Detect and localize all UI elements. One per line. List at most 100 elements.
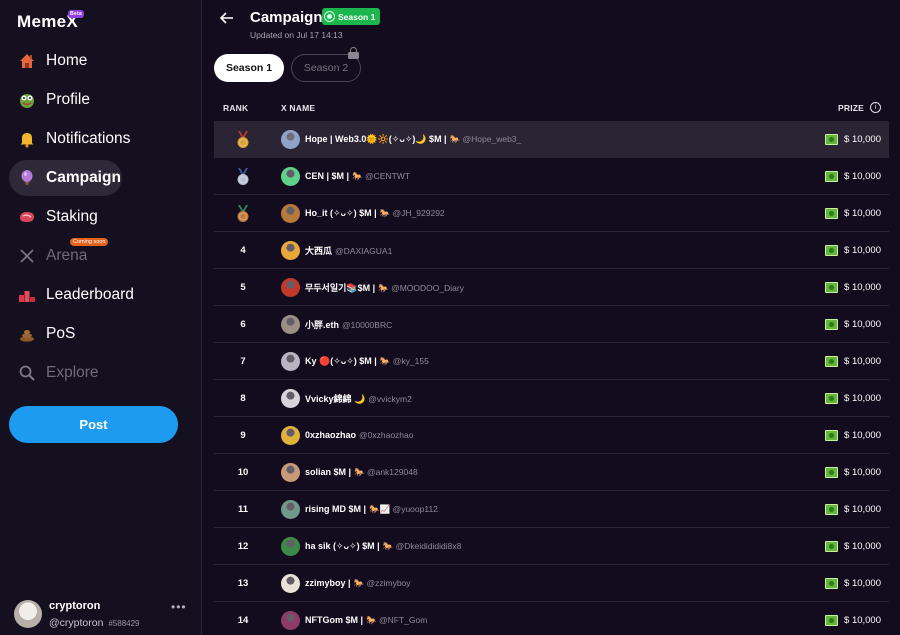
avatar[interactable] bbox=[281, 536, 300, 556]
x-handle[interactable]: 🐎 @MOODOO_Diary bbox=[378, 283, 464, 293]
sidebar-item-notifications[interactable]: Notifications bbox=[9, 121, 189, 157]
season-badge-label: Season 1 bbox=[338, 11, 376, 22]
avatar[interactable] bbox=[281, 499, 300, 519]
x-display-name[interactable]: 大西瓜 bbox=[305, 246, 332, 256]
updated-timestamp: Updated on Jul 17 14:13 bbox=[250, 30, 343, 40]
table-row[interactable]: 6 小胖.eth @10000BRC $ 10,000 bbox=[214, 306, 889, 343]
rank-value: 4 bbox=[240, 244, 246, 256]
x-handle[interactable]: 🐎 @ank129048 bbox=[354, 467, 418, 477]
tab-season-1[interactable]: Season 1 bbox=[214, 54, 284, 82]
x-display-name[interactable]: zzimyboy | bbox=[305, 578, 351, 588]
table-row[interactable]: CEN | $M | 🐎 @CENTWT $ 10,000 bbox=[214, 158, 889, 195]
rank-value: 10 bbox=[237, 466, 249, 478]
money-icon bbox=[825, 503, 839, 515]
avatar[interactable] bbox=[281, 425, 300, 445]
table-row[interactable]: 13 zzimyboy | 🐎 @zzimyboy $ 10,000 bbox=[214, 565, 889, 602]
post-button[interactable]: Post bbox=[9, 406, 178, 443]
avatar[interactable] bbox=[281, 129, 300, 149]
table-row[interactable]: 14 NFTGom $M | 🐎 @NFT_Gom $ 10,000 bbox=[214, 602, 889, 635]
x-handle[interactable]: @10000BRC bbox=[342, 320, 392, 330]
rank-value: 6 bbox=[240, 318, 246, 330]
x-handle[interactable]: @DAXIAGUA1 bbox=[335, 246, 392, 256]
sidebar-item-arena[interactable]: Arena Coming soon bbox=[9, 238, 189, 274]
x-display-name[interactable]: 0xzhaozhao bbox=[305, 430, 356, 440]
rank-column-header: RANK bbox=[223, 103, 249, 113]
x-handle[interactable]: 🐎 @NFT_Gom bbox=[366, 615, 427, 625]
avatar[interactable] bbox=[281, 166, 300, 186]
season-badge: Season 1 bbox=[322, 8, 381, 25]
avatar[interactable] bbox=[281, 203, 300, 223]
x-handle[interactable]: 🐎 @ky_155 bbox=[380, 356, 429, 366]
avatar[interactable] bbox=[281, 277, 300, 297]
x-handle[interactable]: 🐎 @Hope_web3_ bbox=[450, 134, 522, 144]
money-icon bbox=[825, 540, 839, 552]
sidebar-item-home[interactable]: Home bbox=[9, 43, 189, 79]
sidebar-item-pos[interactable]: PoS bbox=[9, 316, 189, 352]
x-name-cell: zzimyboy | 🐎 @zzimyboy bbox=[305, 578, 411, 589]
x-handle[interactable]: 🐎 @Dkeididididi8x8 bbox=[383, 541, 462, 551]
prize-cell: $ 10,000 bbox=[825, 577, 881, 589]
prize-cell: $ 10,000 bbox=[825, 244, 881, 256]
table-row[interactable]: 4 大西瓜 @DAXIAGUA1 $ 10,000 bbox=[214, 232, 889, 269]
x-name-cell: Ho_it (✧ᴗ✧) $M | 🐎 @JH_929292 bbox=[305, 208, 445, 219]
x-display-name[interactable]: 小胖.eth bbox=[305, 320, 339, 330]
x-name-cell: solian $M | 🐎 @ank129048 bbox=[305, 467, 418, 478]
prize-value: $ 10,000 bbox=[844, 244, 881, 256]
table-row[interactable]: Ho_it (✧ᴗ✧) $M | 🐎 @JH_929292 $ 10,000 bbox=[214, 195, 889, 232]
avatar[interactable] bbox=[281, 462, 300, 482]
avatar[interactable] bbox=[281, 573, 300, 593]
x-display-name[interactable]: solian $M | bbox=[305, 467, 351, 477]
x-display-name[interactable]: 무두서일기📚$M | bbox=[305, 283, 375, 293]
x-display-name[interactable]: Hope | Web3.0🌞🔆(✧ᴗ✧)🌙 $M | bbox=[305, 134, 447, 144]
table-row[interactable]: 7 Ky 🔴(✧ᴗ✧) $M | 🐎 @ky_155 $ 10,000 bbox=[214, 343, 889, 380]
magnifier-icon bbox=[17, 363, 37, 383]
avatar[interactable] bbox=[281, 610, 300, 630]
x-handle[interactable]: 🐎 @zzimyboy bbox=[354, 578, 411, 588]
x-display-name[interactable]: Ky 🔴(✧ᴗ✧) $M | bbox=[305, 356, 377, 366]
memex-logo[interactable]: MemeX Beta bbox=[17, 10, 85, 32]
table-row[interactable]: 8 Vvicky綿綿 🌙 @vvickym2 $ 10,000 bbox=[214, 380, 889, 417]
sidebar-item-label: Notifications bbox=[46, 130, 131, 147]
avatar[interactable] bbox=[281, 314, 300, 334]
sidebar-item-label: Campaign bbox=[46, 169, 121, 186]
sidebar-item-profile[interactable]: Profile bbox=[9, 82, 189, 118]
account-switcher[interactable]: cryptoron @cryptoron #588429 ••• bbox=[14, 598, 194, 632]
table-row[interactable]: 9 0xzhaozhao @0xzhaozhao $ 10,000 bbox=[214, 417, 889, 454]
x-handle[interactable]: 🐎 @CENTWT bbox=[352, 171, 410, 181]
x-display-name[interactable]: ha sik (✧ᴗ✧) $M | bbox=[305, 541, 380, 551]
prize-value: $ 10,000 bbox=[844, 392, 881, 404]
sidebar-item-label: Explore bbox=[46, 364, 99, 381]
prize-value: $ 10,000 bbox=[844, 429, 881, 441]
x-handle[interactable]: @0xzhaozhao bbox=[359, 430, 413, 440]
table-row[interactable]: 5 무두서일기📚$M | 🐎 @MOODOO_Diary $ 10,000 bbox=[214, 269, 889, 306]
sidebar-item-campaign[interactable]: Campaign bbox=[9, 160, 122, 196]
x-display-name[interactable]: CEN | $M | bbox=[305, 171, 349, 181]
prize-cell: $ 10,000 bbox=[825, 207, 881, 219]
x-display-name[interactable]: NFTGom $M | bbox=[305, 615, 363, 625]
x-handle[interactable]: 🐎📈 @yuoop112 bbox=[369, 504, 438, 514]
x-name-cell: NFTGom $M | 🐎 @NFT_Gom bbox=[305, 615, 427, 626]
more-options-icon[interactable]: ••• bbox=[171, 600, 187, 614]
sidebar-item-staking[interactable]: Staking bbox=[9, 199, 189, 235]
x-display-name[interactable]: Vvicky綿綿 🌙 bbox=[305, 394, 365, 404]
sidebar-item-leaderboard[interactable]: Leaderboard bbox=[9, 277, 189, 313]
avatar[interactable] bbox=[281, 240, 300, 260]
x-display-name[interactable]: Ho_it (✧ᴗ✧) $M | bbox=[305, 208, 377, 218]
name-column-header: X NAME bbox=[281, 103, 316, 113]
table-row[interactable]: 12 ha sik (✧ᴗ✧) $M | 🐎 @Dkeididididi8x8 $ 1… bbox=[214, 528, 889, 565]
avatar[interactable] bbox=[281, 351, 300, 371]
table-row[interactable]: 10 solian $M | 🐎 @ank129048 $ 10,000 bbox=[214, 454, 889, 491]
back-arrow-icon[interactable] bbox=[219, 10, 235, 31]
x-handle[interactable]: 🐎 @JH_929292 bbox=[380, 208, 445, 218]
table-row[interactable]: Hope | Web3.0🌞🔆(✧ᴗ✧)🌙 $M | 🐎 @Hope_web3_ $… bbox=[214, 121, 889, 158]
x-display-name[interactable]: rising MD $M | bbox=[305, 504, 366, 514]
sidebar-item-explore[interactable]: Explore bbox=[9, 355, 189, 391]
coming-soon-badge: Coming soon bbox=[70, 238, 109, 246]
avatar[interactable] bbox=[281, 388, 300, 408]
x-name-cell: 0xzhaozhao @0xzhaozhao bbox=[305, 430, 414, 440]
prize-value: $ 10,000 bbox=[844, 170, 881, 182]
table-row[interactable]: 11 rising MD $M | 🐎📈 @yuoop112 $ 10,000 bbox=[214, 491, 889, 528]
x-name-cell: 大西瓜 @DAXIAGUA1 bbox=[305, 244, 392, 257]
info-icon[interactable]: i bbox=[870, 102, 881, 113]
x-handle[interactable]: @vvickym2 bbox=[368, 394, 412, 404]
